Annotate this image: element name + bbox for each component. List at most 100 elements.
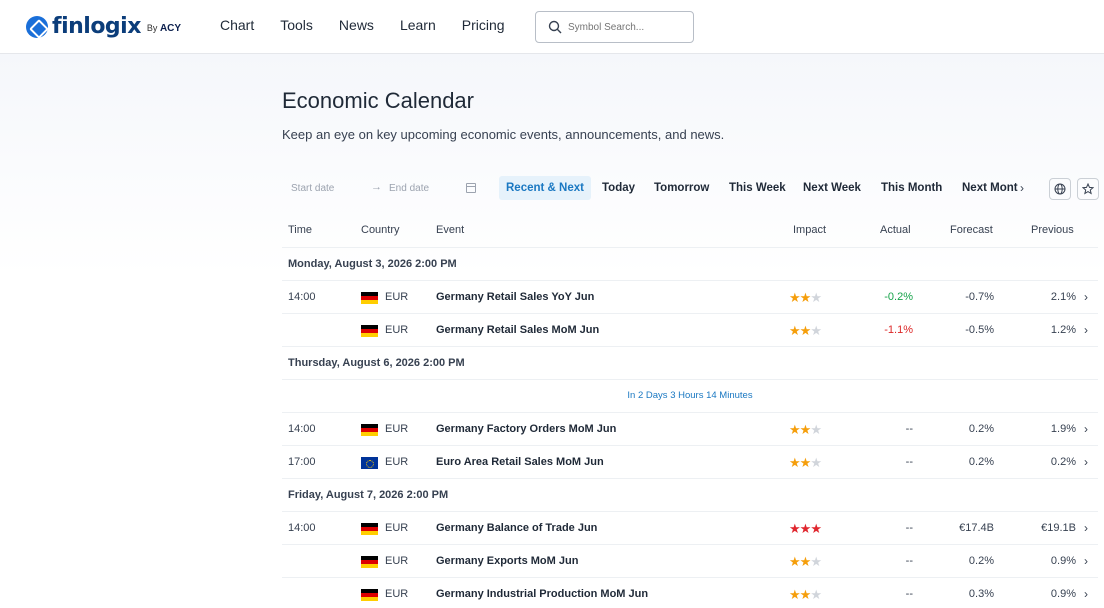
symbol-search[interactable]	[535, 11, 694, 43]
previous-value: 1.9%	[1050, 423, 1076, 435]
tab-this-week[interactable]: This Week	[722, 176, 793, 200]
globe-icon	[1054, 183, 1066, 195]
impact-rating: ★★★	[789, 446, 822, 479]
star-empty-icon: ★	[810, 290, 822, 305]
top-header: finlogix By ACY Chart Tools News Learn P…	[0, 0, 1104, 54]
forecast-value: -0.5%	[965, 324, 994, 336]
tab-next-week[interactable]: Next Week	[796, 176, 868, 200]
nav-chart[interactable]: Chart	[220, 17, 254, 33]
currency: EUR	[385, 588, 409, 600]
previous-value: 0.9%	[1050, 555, 1076, 567]
impact-rating: ★★★	[789, 281, 822, 314]
currency: EUR	[385, 555, 409, 567]
star-empty-icon: ★	[810, 422, 822, 437]
forecast-value: 0.2%	[968, 423, 994, 435]
actual-value: --	[905, 588, 913, 600]
chevron-right-icon[interactable]: ›	[1084, 314, 1088, 347]
germany-flag-icon	[361, 424, 378, 436]
previous-value: 1.2%	[1050, 324, 1076, 336]
forecast-value: -0.7%	[965, 291, 994, 303]
header-time: Time	[288, 224, 313, 236]
table-row[interactable]: 14:00 EUR Germany Balance of Trade Jun ★★★ -…	[282, 511, 1098, 544]
chevron-right-icon[interactable]: ›	[1084, 578, 1088, 608]
actual-value: --	[905, 555, 913, 567]
event-name: Germany Retail Sales MoM Jun	[436, 324, 600, 336]
event-name: Germany Industrial Production MoM Jun	[436, 588, 649, 600]
date-group-header: Thursday, August 6, 2026 2:00 PM	[282, 346, 1098, 379]
filter-bar: Start date → End date Recent & Next Toda…	[282, 176, 1104, 202]
search-input[interactable]	[568, 21, 688, 33]
nav-news[interactable]: News	[339, 17, 374, 33]
header-impact: Impact	[793, 224, 827, 236]
star-filled-icon: ★	[799, 554, 812, 569]
actual-value: --	[905, 423, 913, 435]
star-filled-icon: ★	[799, 290, 812, 305]
nav-learn[interactable]: Learn	[400, 17, 436, 33]
chevron-right-icon[interactable]: ›	[1084, 446, 1088, 479]
event-time: 14:00	[288, 522, 316, 534]
currency: EUR	[385, 324, 409, 336]
chevron-right-icon[interactable]: ›	[1084, 413, 1088, 446]
actual-value: -1.1%	[884, 324, 913, 336]
germany-flag-icon	[361, 589, 378, 601]
forecast-value: €17.4B	[959, 522, 994, 534]
tab-this-month[interactable]: This Month	[874, 176, 949, 200]
previous-value: 2.1%	[1050, 291, 1076, 303]
previous-value: 0.9%	[1050, 588, 1076, 600]
star-filled-icon: ★	[789, 422, 801, 437]
star-empty-icon: ★	[810, 455, 822, 470]
eu-flag-icon	[361, 457, 378, 469]
currency: EUR	[385, 423, 409, 435]
star-filled-icon: ★	[810, 521, 822, 536]
date-group-header: Monday, August 3, 2026 2:00 PM	[282, 247, 1098, 280]
header-previous: Previous	[1031, 224, 1074, 236]
actual-value: --	[905, 456, 913, 468]
event-time: 14:00	[288, 423, 316, 435]
countdown-label: In 2 Days 3 Hours 14 Minutes	[282, 379, 1098, 412]
tab-recent-next[interactable]: Recent & Next	[499, 176, 591, 200]
forecast-value: 0.2%	[968, 456, 994, 468]
forecast-value: 0.3%	[968, 588, 994, 600]
header-actual: Actual	[880, 224, 911, 236]
nav-pricing[interactable]: Pricing	[462, 17, 505, 33]
event-time: 14:00	[288, 291, 316, 303]
table-row[interactable]: EUR Germany Retail Sales MoM Jun ★★★ -1.1% -…	[282, 313, 1098, 346]
chevron-right-icon[interactable]: ›	[1020, 181, 1024, 195]
chevron-right-icon[interactable]: ›	[1084, 545, 1088, 578]
star-filled-icon: ★	[789, 554, 801, 569]
star-filled-icon: ★	[789, 323, 801, 338]
star-empty-icon: ★	[810, 554, 822, 569]
star-empty-icon: ★	[810, 587, 822, 602]
favorites-button[interactable]	[1077, 178, 1099, 200]
calendar-icon[interactable]	[466, 183, 476, 193]
star-filled-icon: ★	[799, 455, 812, 470]
currency: EUR	[385, 291, 409, 303]
search-icon	[548, 20, 562, 34]
event-name: Euro Area Retail Sales MoM Jun	[436, 456, 604, 468]
star-filled-icon: ★	[789, 455, 801, 470]
chevron-right-icon[interactable]: ›	[1084, 281, 1088, 314]
start-date-input[interactable]: Start date	[291, 183, 334, 194]
timezone-button[interactable]	[1049, 178, 1071, 200]
header-country: Country	[361, 224, 400, 236]
end-date-input[interactable]: End date	[389, 183, 429, 194]
forecast-value: 0.2%	[968, 555, 994, 567]
table-row[interactable]: 17:00 EUR Euro Area Retail Sales MoM Jun ★★…	[282, 445, 1098, 478]
nav-tools[interactable]: Tools	[280, 17, 313, 33]
table-row[interactable]: 14:00 EUR Germany Retail Sales YoY Jun ★★★ -…	[282, 280, 1098, 313]
tab-today[interactable]: Today	[595, 176, 642, 200]
table-row[interactable]: EUR Germany Industrial Production MoM Jun…	[282, 577, 1098, 608]
actual-value: -0.2%	[884, 291, 913, 303]
table-row[interactable]: EUR Germany Exports MoM Jun ★★★ -- 0.2% 0.9% ›	[282, 544, 1098, 577]
chevron-right-icon[interactable]: ›	[1084, 512, 1088, 545]
event-name: Germany Exports MoM Jun	[436, 555, 579, 567]
impact-rating: ★★★	[789, 314, 822, 347]
tab-next-month[interactable]: Next Mont	[955, 176, 1027, 200]
finlogix-logo[interactable]: finlogix By ACY	[26, 14, 181, 39]
actual-value: --	[905, 522, 913, 534]
table-row[interactable]: 14:00 EUR Germany Factory Orders MoM Jun ★★…	[282, 412, 1098, 445]
star-filled-icon: ★	[789, 521, 801, 536]
header-event: Event	[436, 224, 465, 236]
tab-tomorrow[interactable]: Tomorrow	[647, 176, 716, 200]
star-empty-icon: ★	[810, 323, 822, 338]
